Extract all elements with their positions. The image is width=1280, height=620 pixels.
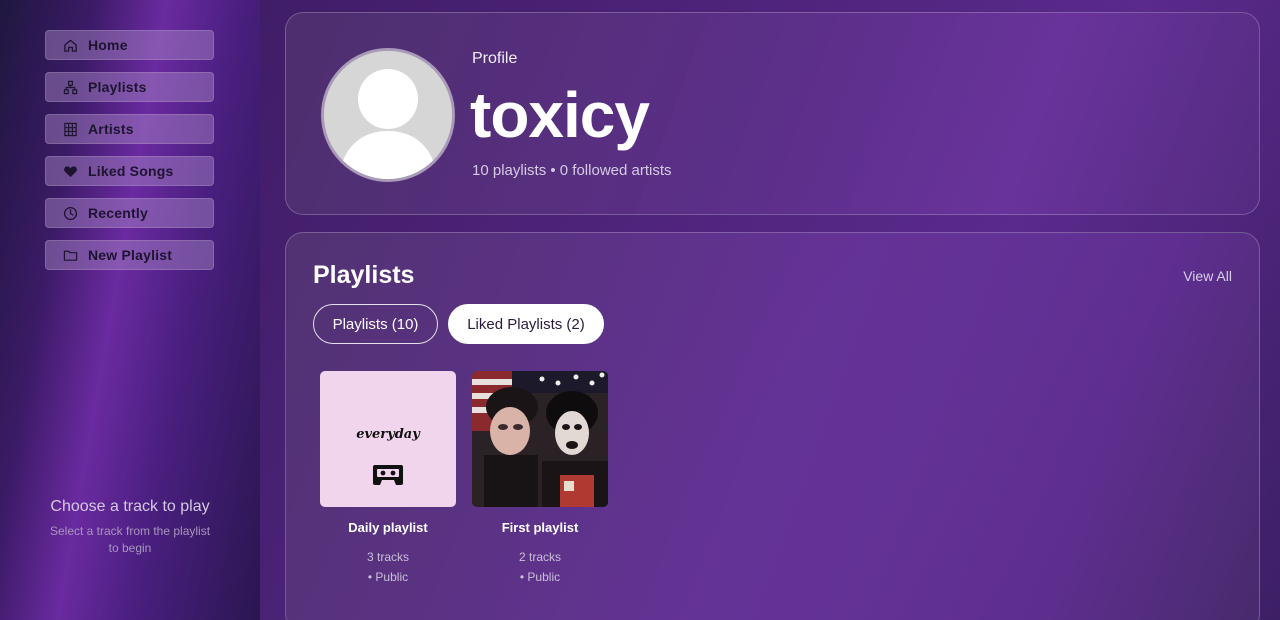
playlist-track-count: 3 tracks bbox=[366, 550, 409, 564]
sidebar-item-home[interactable]: Home bbox=[45, 30, 214, 60]
view-all-link[interactable]: View All bbox=[1183, 268, 1232, 284]
profile-name: toxicy bbox=[470, 79, 650, 151]
playlist-meta: 3 tracks • Public bbox=[320, 547, 456, 587]
player-hint-title: Choose a track to play bbox=[50, 498, 210, 515]
playlist-cover bbox=[472, 371, 608, 507]
profile-label: Profile bbox=[472, 50, 518, 67]
sidebar-item-new-playlist[interactable]: New Playlist bbox=[45, 240, 214, 270]
sidebar-item-label: Artists bbox=[88, 121, 134, 137]
playlist-cover: everyday bbox=[320, 371, 456, 507]
cassette-icon bbox=[373, 465, 403, 485]
playlist-name: First playlist bbox=[501, 520, 579, 535]
clock-icon bbox=[62, 205, 78, 221]
playlist-meta: 2 tracks • Public bbox=[472, 547, 608, 587]
playlist-name: Daily playlist bbox=[348, 520, 428, 535]
sidebar-item-label: Playlists bbox=[88, 79, 147, 95]
avatar[interactable] bbox=[321, 48, 455, 182]
sidebar: Home Playlists Artists Liked Songs Recen… bbox=[0, 0, 260, 620]
playlists-section: Playlists View All Playlists (10) Liked … bbox=[285, 232, 1260, 620]
sidebar-item-label: Home bbox=[88, 37, 128, 53]
cover-photo-image bbox=[472, 371, 608, 507]
tab-playlists[interactable]: Playlists (10) bbox=[313, 304, 438, 344]
playlist-card[interactable]: everyday Daily playlist 3 tracks • Publi… bbox=[320, 371, 456, 587]
tab-liked-playlists[interactable]: Liked Playlists (2) bbox=[448, 304, 604, 344]
heart-icon bbox=[62, 163, 78, 179]
user-placeholder-icon bbox=[324, 51, 452, 179]
player-hint-subtitle: Select a track from the playlist to begi… bbox=[49, 524, 211, 555]
sidebar-item-liked-songs[interactable]: Liked Songs bbox=[45, 156, 214, 186]
playlist-visibility: • Public bbox=[367, 570, 409, 584]
sidebar-item-label: Liked Songs bbox=[88, 163, 174, 179]
sitemap-icon bbox=[62, 79, 78, 95]
playlist-track-count: 2 tracks bbox=[518, 550, 561, 564]
folder-icon bbox=[62, 247, 78, 263]
profile-stats: 10 playlists • 0 followed artists bbox=[472, 162, 672, 179]
cover-text: everyday bbox=[356, 427, 420, 442]
sidebar-item-artists[interactable]: Artists bbox=[45, 114, 214, 144]
profile-header: Profile toxicy 10 playlists • 0 followed… bbox=[285, 12, 1260, 215]
section-title: Playlists bbox=[313, 261, 415, 289]
player-hint: Choose a track to play Select a track fr… bbox=[45, 495, 215, 557]
sidebar-item-label: New Playlist bbox=[88, 247, 173, 263]
sidebar-item-label: Recently bbox=[88, 205, 148, 221]
home-icon bbox=[62, 37, 78, 53]
playlist-card[interactable]: First playlist 2 tracks • Public bbox=[472, 371, 608, 587]
playlist-visibility: • Public bbox=[519, 570, 561, 584]
grid-icon bbox=[62, 121, 78, 137]
sidebar-item-playlists[interactable]: Playlists bbox=[45, 72, 214, 102]
sidebar-item-recently[interactable]: Recently bbox=[45, 198, 214, 228]
